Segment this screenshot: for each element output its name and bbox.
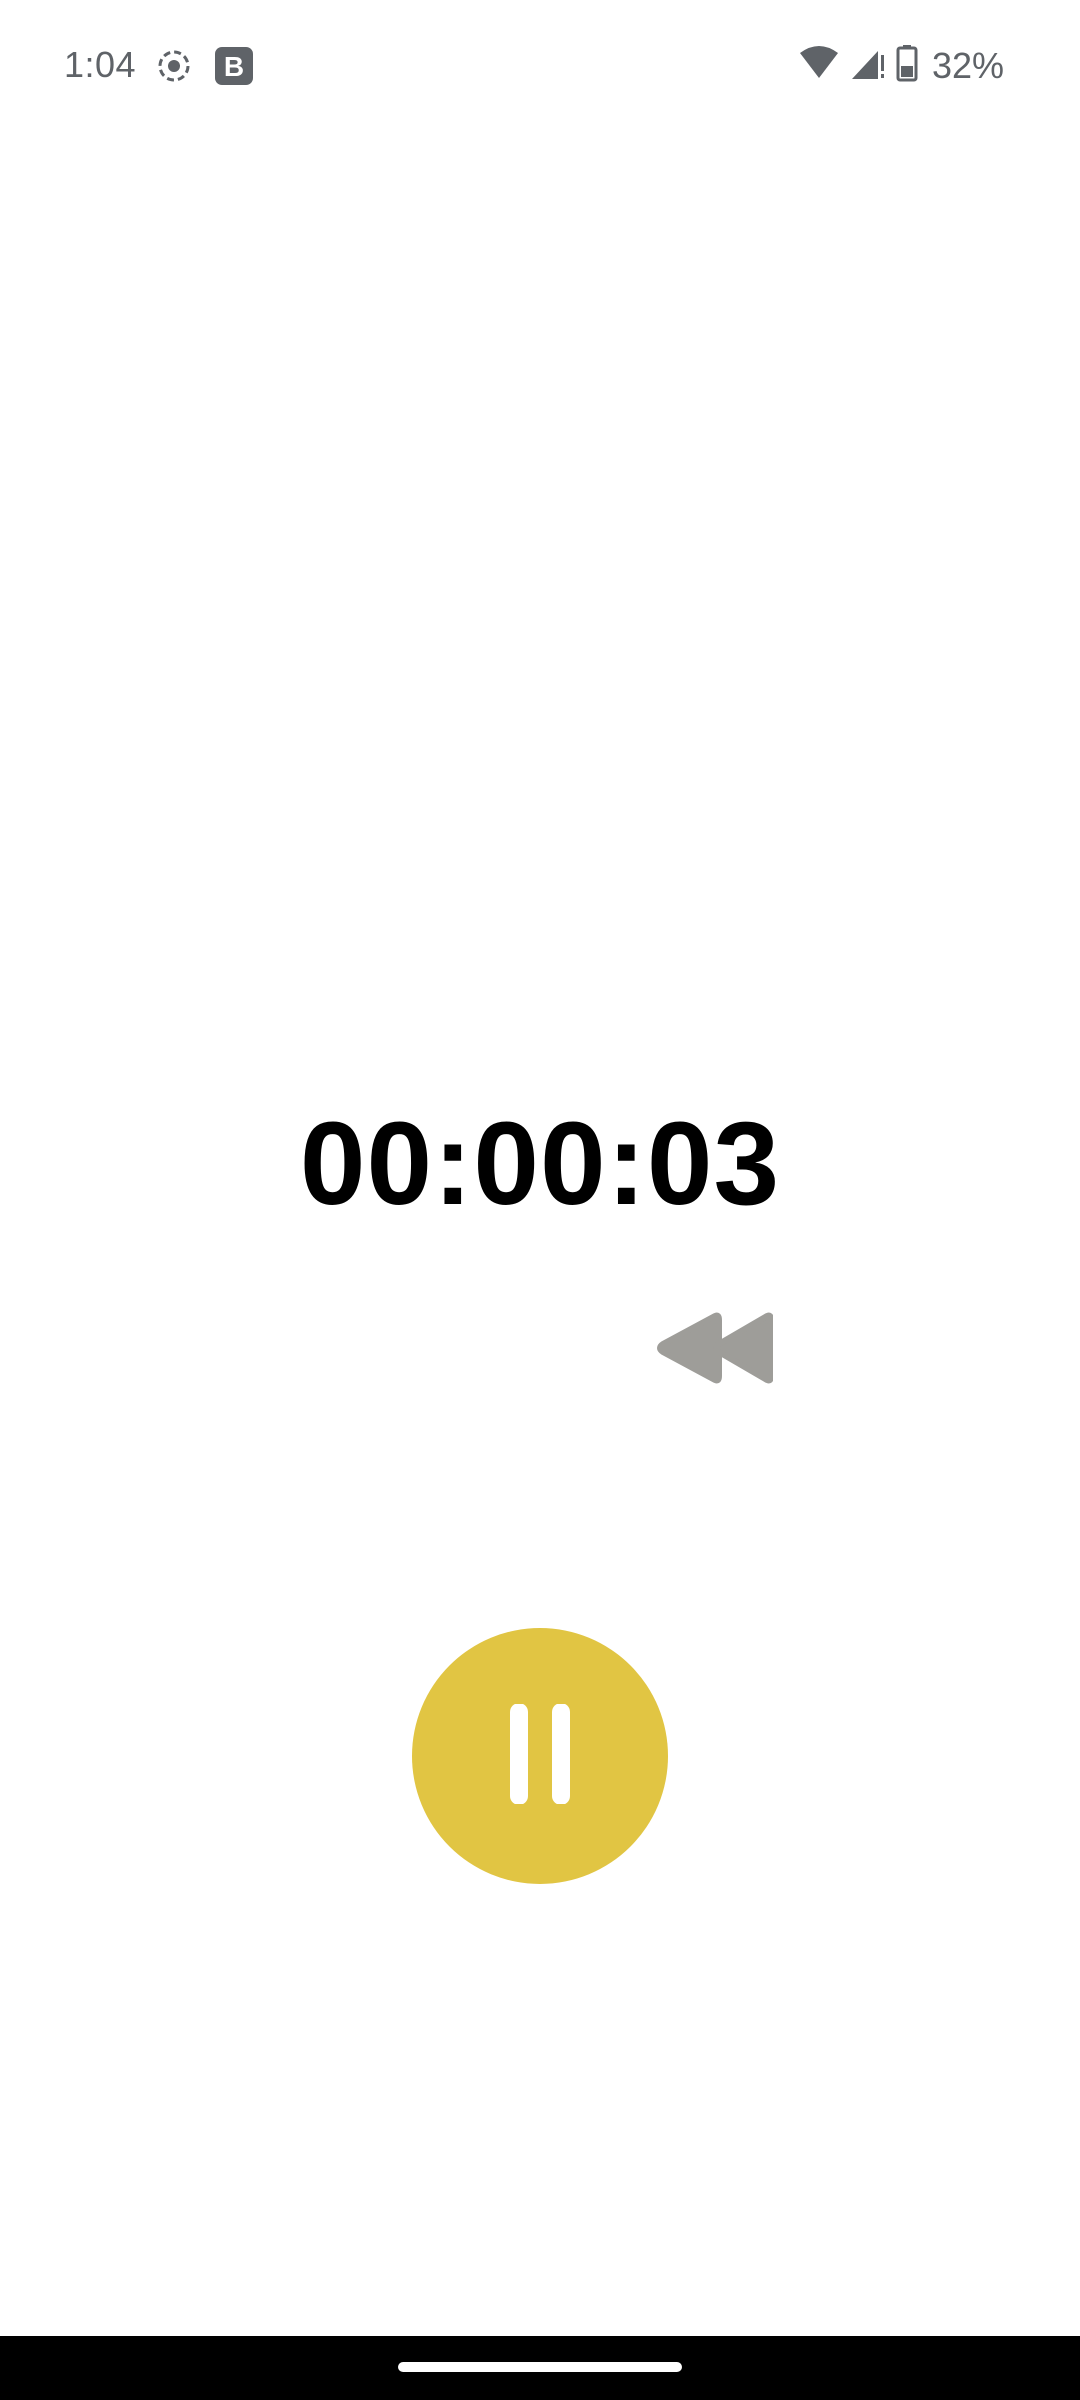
status-system-icons: 32% — [798, 44, 1004, 87]
screen-record-icon — [156, 48, 192, 89]
battery-percent: 32% — [931, 44, 1004, 86]
home-gesture-handle[interactable] — [398, 2362, 682, 2372]
pause-icon — [495, 1702, 585, 1809]
rewind-icon — [657, 1312, 774, 1389]
signal-icon — [850, 45, 886, 86]
b-app-icon: B — [214, 46, 254, 91]
stopwatch-time: 00:00:03 — [299, 1098, 781, 1230]
pause-button[interactable] — [412, 1628, 668, 1884]
svg-text:B: B — [224, 51, 244, 82]
reset-button[interactable] — [650, 1300, 780, 1400]
battery-icon — [896, 44, 918, 87]
status-notification-icons: B — [156, 46, 254, 91]
stopwatch-screen: 1:04 B 32% 00:00:03 — [0, 0, 1080, 2400]
wifi-icon — [798, 45, 840, 86]
status-bar: 1:04 B 32% — [0, 0, 1080, 140]
status-time: 1:04 — [64, 44, 137, 85]
